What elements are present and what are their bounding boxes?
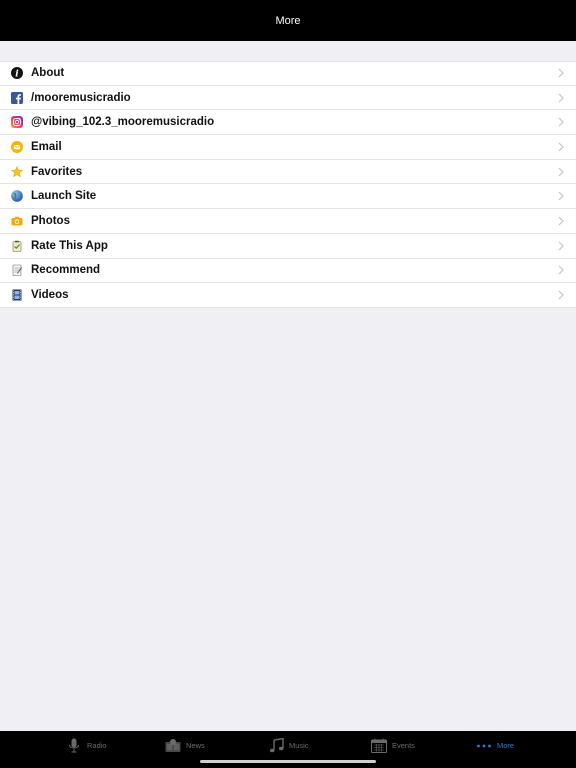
- menu-item-label: Launch Site: [31, 190, 97, 203]
- menu-item-facebook[interactable]: /mooremusicradio: [0, 86, 576, 111]
- menu-item-instagram[interactable]: @vibing_102.3_mooremusicradio: [0, 110, 576, 136]
- chevron-right-icon: [558, 216, 564, 226]
- tab-news[interactable]: News: [165, 731, 205, 760]
- tab-label: More: [497, 741, 515, 750]
- menu-item-launch-site[interactable]: Launch Site: [0, 184, 576, 210]
- chevron-right-icon: [558, 167, 564, 177]
- menu-item-label: Videos: [31, 289, 69, 302]
- menu-item-label: Email: [31, 140, 62, 153]
- facebook-icon: [11, 91, 23, 104]
- camera-icon: [11, 215, 23, 227]
- music-note-icon: [268, 738, 284, 754]
- menu-item-label: Rate This App: [31, 239, 108, 252]
- menu-item-rate-this-app[interactable]: Rate This App: [0, 234, 576, 259]
- chevron-right-icon: [558, 290, 564, 300]
- menu-item-label: @vibing_102.3_mooremusicradio: [31, 116, 215, 129]
- page-title: More: [275, 14, 301, 27]
- more-menu-list: i About /mooremusicradio @vibing_102.3_m…: [0, 61, 576, 308]
- tab-label: Events: [392, 741, 415, 750]
- star-icon: [11, 165, 23, 178]
- info-icon: i: [11, 67, 23, 80]
- tab-label: News: [186, 741, 205, 750]
- menu-item-label: About: [31, 67, 65, 80]
- svg-text:i: i: [15, 70, 19, 80]
- chevron-right-icon: [558, 191, 564, 201]
- calendar-icon: [371, 738, 387, 754]
- email-icon: [11, 140, 23, 153]
- menu-item-label: /mooremusicradio: [31, 91, 131, 104]
- notepad-icon: [11, 264, 23, 277]
- menu-item-favorites[interactable]: Favorites: [0, 160, 576, 185]
- newspaper-icon: [165, 738, 181, 754]
- globe-icon: [11, 190, 23, 203]
- menu-item-label: Favorites: [31, 165, 83, 178]
- menu-item-email[interactable]: Email: [0, 135, 576, 160]
- menu-item-label: Photos: [31, 214, 70, 227]
- chevron-right-icon: [558, 241, 564, 251]
- chevron-right-icon: [558, 265, 564, 275]
- clipboard-check-icon: [11, 240, 23, 252]
- menu-item-recommend[interactable]: Recommend: [0, 259, 576, 284]
- menu-item-videos[interactable]: Videos: [0, 283, 576, 308]
- menu-item-label: Recommend: [31, 264, 101, 277]
- instagram-icon: [11, 116, 23, 129]
- microphone-icon: [66, 738, 82, 754]
- home-indicator[interactable]: [200, 760, 376, 763]
- tab-label: Music: [289, 741, 309, 750]
- menu-item-about[interactable]: i About: [0, 61, 576, 86]
- film-icon: [11, 289, 23, 301]
- tab-music[interactable]: Music: [268, 731, 309, 760]
- tab-label: Radio: [87, 741, 107, 750]
- chevron-right-icon: [558, 68, 564, 78]
- chevron-right-icon: [558, 93, 564, 102]
- tab-more[interactable]: More: [476, 731, 514, 760]
- chevron-right-icon: [558, 117, 564, 127]
- tab-radio[interactable]: Radio: [66, 731, 107, 760]
- chevron-right-icon: [558, 142, 564, 152]
- nav-bar: More: [0, 0, 576, 41]
- tab-events[interactable]: Events: [371, 731, 415, 760]
- menu-item-photos[interactable]: Photos: [0, 209, 576, 234]
- more-dots-icon: [476, 738, 492, 754]
